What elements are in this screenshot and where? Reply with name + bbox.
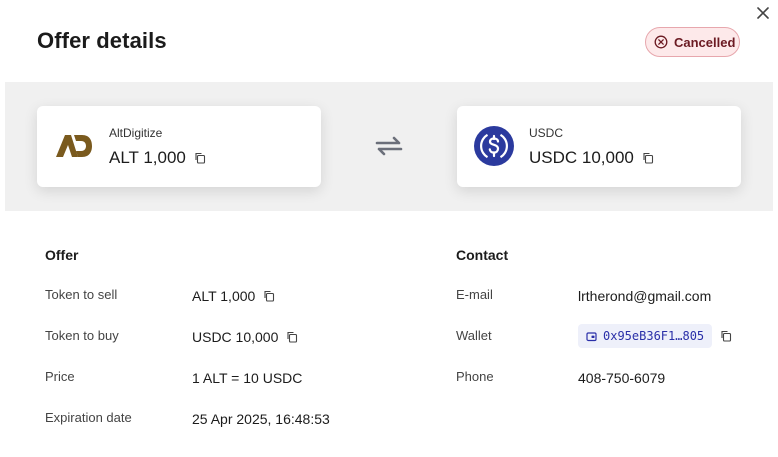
copy-icon[interactable] xyxy=(263,290,275,302)
status-badge: Cancelled xyxy=(645,27,740,57)
copy-icon[interactable] xyxy=(642,152,654,164)
token-to-buy-value: USDC 10,000 xyxy=(192,329,298,345)
sell-token-amount: ALT 1,000 xyxy=(109,148,186,167)
swap-arrows-icon xyxy=(375,136,403,156)
buy-token-name: USDC xyxy=(529,126,564,140)
wallet-value: 0x95eB36F1…805 xyxy=(578,324,732,348)
sell-token-card: AltDigitize ALT 1,000 xyxy=(37,106,321,187)
cancelled-icon xyxy=(654,35,668,49)
offer-section-title: Offer xyxy=(45,247,79,263)
buy-token-card: USDC USDC 10,000 xyxy=(457,106,741,187)
token-to-sell-label: Token to sell xyxy=(45,287,118,302)
wallet-address: 0x95eB36F1…805 xyxy=(603,329,705,343)
expiration-date-value: 25 Apr 2025, 16:48:53 xyxy=(192,411,330,427)
wallet-label: Wallet xyxy=(456,328,492,343)
token-to-sell-value: ALT 1,000 xyxy=(192,288,275,304)
price-label: Price xyxy=(45,369,75,384)
close-button[interactable] xyxy=(754,4,772,22)
email-value: lrtherond@gmail.com xyxy=(578,288,712,304)
token-to-buy-text: USDC 10,000 xyxy=(192,329,279,345)
copy-icon[interactable] xyxy=(720,330,732,342)
sell-token-name: AltDigitize xyxy=(109,126,163,140)
dialog-title: Offer details xyxy=(37,28,167,53)
usdc-logo-icon xyxy=(474,126,514,166)
phone-value: 408-750-6079 xyxy=(578,370,666,386)
copy-icon[interactable] xyxy=(194,152,206,164)
price-value: 1 ALT = 10 USDC xyxy=(192,370,303,386)
wallet-icon xyxy=(586,331,597,341)
wallet-address-link[interactable]: 0x95eB36F1…805 xyxy=(578,324,713,348)
token-to-sell-text: ALT 1,000 xyxy=(192,288,256,304)
email-label: E-mail xyxy=(456,287,493,302)
copy-icon[interactable] xyxy=(286,331,298,343)
status-label: Cancelled xyxy=(674,34,736,50)
contact-section-title: Contact xyxy=(456,247,509,263)
expiration-date-label: Expiration date xyxy=(45,410,132,425)
close-icon xyxy=(757,7,769,19)
buy-token-amount: USDC 10,000 xyxy=(529,148,634,167)
phone-label: Phone xyxy=(456,369,494,384)
token-to-buy-label: Token to buy xyxy=(45,328,119,343)
altdigitize-logo-icon xyxy=(56,135,92,157)
